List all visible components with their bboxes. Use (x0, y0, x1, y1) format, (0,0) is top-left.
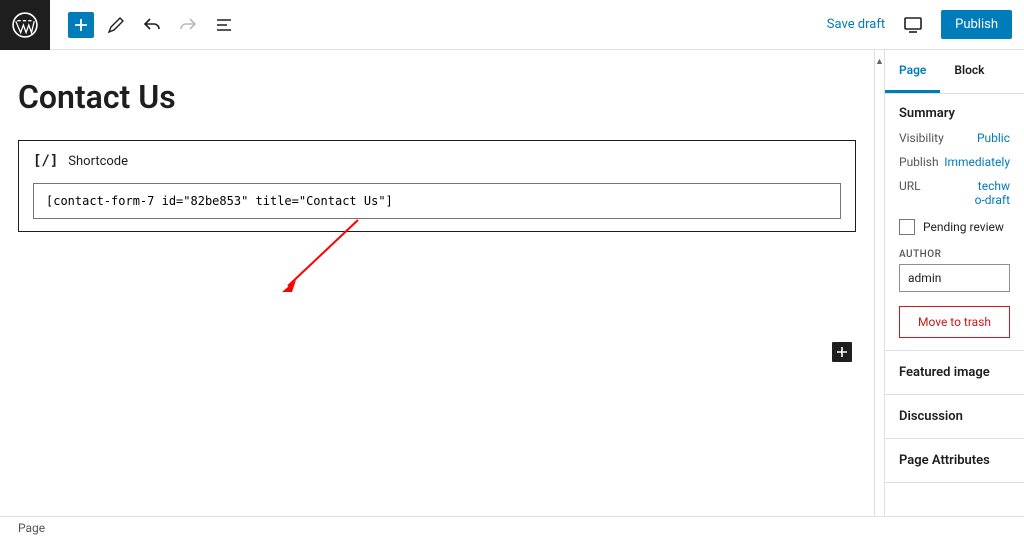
summary-publish-row: Publish Immediately (899, 155, 1010, 169)
document-tools (68, 11, 238, 39)
panel-summary: Summary Visibility Public Publish Immedi… (885, 94, 1024, 351)
visibility-label: Visibility (899, 131, 944, 145)
tab-page[interactable]: Page (885, 50, 940, 93)
plus-icon (73, 17, 89, 33)
breadcrumb-item[interactable]: Page (18, 521, 45, 535)
shortcode-block-label: Shortcode (68, 154, 128, 169)
author-select[interactable]: admin (899, 264, 1010, 292)
shortcode-block-header: [/] Shortcode (33, 153, 841, 169)
editor-main-layout: Contact Us [/] Shortcode ▲ Page Block Su… (0, 50, 1024, 516)
wordpress-logo-button[interactable] (0, 0, 50, 50)
undo-button[interactable] (138, 11, 166, 39)
page-title[interactable]: Contact Us (18, 78, 856, 116)
redo-icon (178, 15, 198, 35)
editor-top-toolbar: Save draft Publish (0, 0, 1024, 50)
panel-discussion[interactable]: Discussion (885, 395, 1024, 439)
pending-review-label: Pending review (923, 220, 1004, 234)
topbar-actions: Save draft Publish (827, 10, 1012, 39)
visibility-value[interactable]: Public (977, 131, 1010, 145)
panel-summary-title: Summary (899, 106, 1010, 121)
url-label: URL (899, 179, 921, 207)
publish-button[interactable]: Publish (941, 10, 1012, 39)
undo-icon (142, 15, 162, 35)
move-to-trash-button[interactable]: Move to trash (899, 306, 1010, 338)
settings-sidebar: Page Block Summary Visibility Public Pub… (884, 50, 1024, 516)
url-line-2: o-draft (975, 193, 1010, 207)
url-line-1: techw (978, 179, 1010, 193)
summary-url-row: URL techw o-draft (899, 179, 1010, 207)
plus-icon (836, 346, 848, 358)
editor-canvas[interactable]: Contact Us [/] Shortcode (0, 50, 874, 516)
publish-label: Publish (899, 155, 939, 169)
panel-featured-image[interactable]: Featured image (885, 351, 1024, 395)
document-overview-button[interactable] (210, 11, 238, 39)
shortcode-input[interactable] (33, 183, 841, 219)
save-draft-button[interactable]: Save draft (827, 17, 885, 32)
shortcode-block[interactable]: [/] Shortcode (18, 140, 856, 232)
author-heading: AUTHOR (899, 249, 1010, 260)
desktop-icon (902, 14, 924, 36)
add-block-button[interactable] (68, 12, 94, 38)
publish-value[interactable]: Immediately (944, 155, 1010, 169)
tools-mode-button[interactable] (102, 11, 130, 39)
url-value[interactable]: techw o-draft (975, 179, 1010, 207)
shortcode-icon: [/] (33, 153, 58, 169)
wordpress-logo-icon (12, 12, 38, 38)
panel-page-attributes[interactable]: Page Attributes (885, 439, 1024, 483)
block-appender-button[interactable] (832, 342, 852, 362)
summary-visibility-row: Visibility Public (899, 131, 1010, 145)
pending-review-checkbox[interactable] (899, 219, 915, 235)
redo-button (174, 11, 202, 39)
pending-review-row: Pending review (899, 219, 1010, 235)
scroll-up-icon: ▲ (875, 56, 884, 67)
editor-scrollbar[interactable]: ▲ (874, 50, 884, 516)
sidebar-tabs: Page Block (885, 50, 1024, 94)
list-view-icon (214, 15, 234, 35)
preview-button[interactable] (899, 11, 927, 39)
block-breadcrumb: Page (0, 516, 1024, 538)
tab-block[interactable]: Block (940, 50, 998, 93)
pencil-icon (106, 15, 126, 35)
